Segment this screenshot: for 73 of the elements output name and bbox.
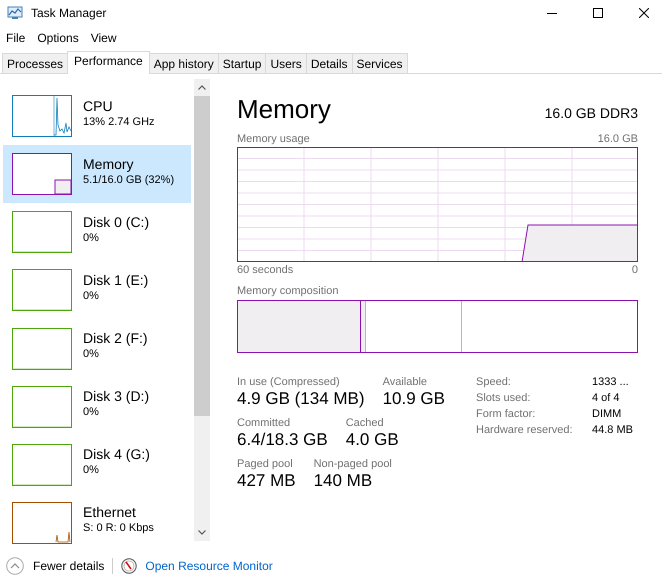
stat-label: Available xyxy=(382,376,428,388)
device-name: Disk 0 (C:) xyxy=(83,214,150,231)
menu-item[interactable]: File xyxy=(6,31,26,45)
menu-item[interactable]: Options xyxy=(37,31,79,45)
stat-value: 10.9 GB xyxy=(382,388,445,410)
device-detail: 5.1/16.0 GB (32%) xyxy=(83,172,174,187)
tab[interactable]: App history xyxy=(148,53,219,73)
sidebar-item[interactable]: Disk 3 (D:) 0% xyxy=(3,378,191,436)
stat-label: Non-paged pool xyxy=(314,458,392,470)
stat-value: 6.4/18.3 GB xyxy=(237,429,328,451)
property-value: DIMM xyxy=(592,408,622,420)
gauge-icon xyxy=(121,558,138,574)
stat-label: Cached xyxy=(346,417,385,429)
device-name: Ethernet xyxy=(83,504,137,522)
device-name: Disk 3 (D:) xyxy=(83,388,150,406)
sidebar-item[interactable]: Ethernet S: 0 R: 0 Kbps xyxy=(3,494,191,552)
property-label: Speed: xyxy=(476,376,512,388)
property-value: 44.8 MB xyxy=(592,424,633,436)
menu-item[interactable]: View xyxy=(90,31,116,45)
sidebar-item[interactable]: Disk 2 (F:) 0% xyxy=(3,320,191,378)
device-detail: 13% 2.74 GHz xyxy=(83,114,155,129)
axis-label: 0 xyxy=(632,264,638,276)
sidebar-item[interactable]: Disk 0 (C:) 0% xyxy=(3,203,191,262)
chart-label: Memory composition xyxy=(237,285,338,297)
sidebar-item[interactable]: CPU 13% 2.74 GHz xyxy=(3,87,191,146)
device-name: Disk 2 (F:) xyxy=(83,330,148,348)
device-detail: 0% xyxy=(83,463,100,478)
sidebar-item[interactable]: Disk 4 (G:) 0% xyxy=(3,436,191,494)
stat-label: Paged pool xyxy=(237,458,294,470)
axis-label: 16.0 GB xyxy=(598,133,638,145)
tab[interactable]: Performance xyxy=(67,51,150,74)
stat-value: 140 MB xyxy=(314,470,374,492)
tab[interactable]: Services xyxy=(352,53,408,73)
tab[interactable]: Details xyxy=(306,53,352,73)
device-detail: 0% xyxy=(83,347,100,362)
device-name: Disk 1 (E:) xyxy=(83,272,148,289)
device-name: CPU xyxy=(83,98,114,115)
device-detail: 0% xyxy=(83,288,100,303)
close-icon[interactable] xyxy=(639,8,649,18)
device-name: Disk 4 (G:) xyxy=(83,446,150,464)
property-label: Slots used: xyxy=(476,392,532,404)
resource-monitor-link[interactable]: Open Resource Monitor xyxy=(145,559,273,573)
stat-label: In use (Compressed) xyxy=(237,376,341,388)
sidebar-item[interactable]: Memory 5.1/16.0 GB (32%) xyxy=(3,145,191,204)
scrollbar[interactable] xyxy=(194,79,210,541)
tab[interactable]: Startup xyxy=(218,53,266,73)
maximize-icon[interactable] xyxy=(593,8,603,18)
tab[interactable]: Users xyxy=(265,53,307,73)
scroll-thumb[interactable] xyxy=(194,96,210,416)
fewer-details-button[interactable]: Fewer details xyxy=(6,557,104,575)
property-label: Hardware reserved: xyxy=(476,424,574,436)
device-detail: 0% xyxy=(83,405,100,420)
device-detail: S: 0 R: 0 Kbps xyxy=(83,521,154,536)
window-title: Task Manager xyxy=(31,6,106,20)
device-name: Memory xyxy=(83,156,135,173)
axis-label: 60 seconds xyxy=(237,264,294,276)
device-detail: 0% xyxy=(83,230,100,245)
collapse-icon xyxy=(6,557,24,575)
memory-spec: 16.0 GB DDR3 xyxy=(544,105,638,121)
panel-title: Memory xyxy=(237,94,331,125)
scroll-down-icon[interactable] xyxy=(198,530,206,535)
property-label: Form factor: xyxy=(476,408,536,420)
stat-label: Committed xyxy=(237,417,292,429)
chart-label: Memory usage xyxy=(237,133,310,145)
sidebar-item[interactable]: Disk 1 (E:) 0% xyxy=(3,261,191,320)
scroll-up-icon[interactable] xyxy=(198,85,206,90)
tab[interactable]: Processes xyxy=(2,53,68,73)
stat-value: 427 MB xyxy=(237,470,296,492)
stat-value: 4.0 GB xyxy=(346,429,399,451)
property-value: 1333 ... xyxy=(592,376,630,388)
stat-value: 4.9 GB (134 MB) xyxy=(237,388,365,410)
property-value: 4 of 4 xyxy=(592,392,621,404)
task-manager-icon xyxy=(7,6,23,20)
